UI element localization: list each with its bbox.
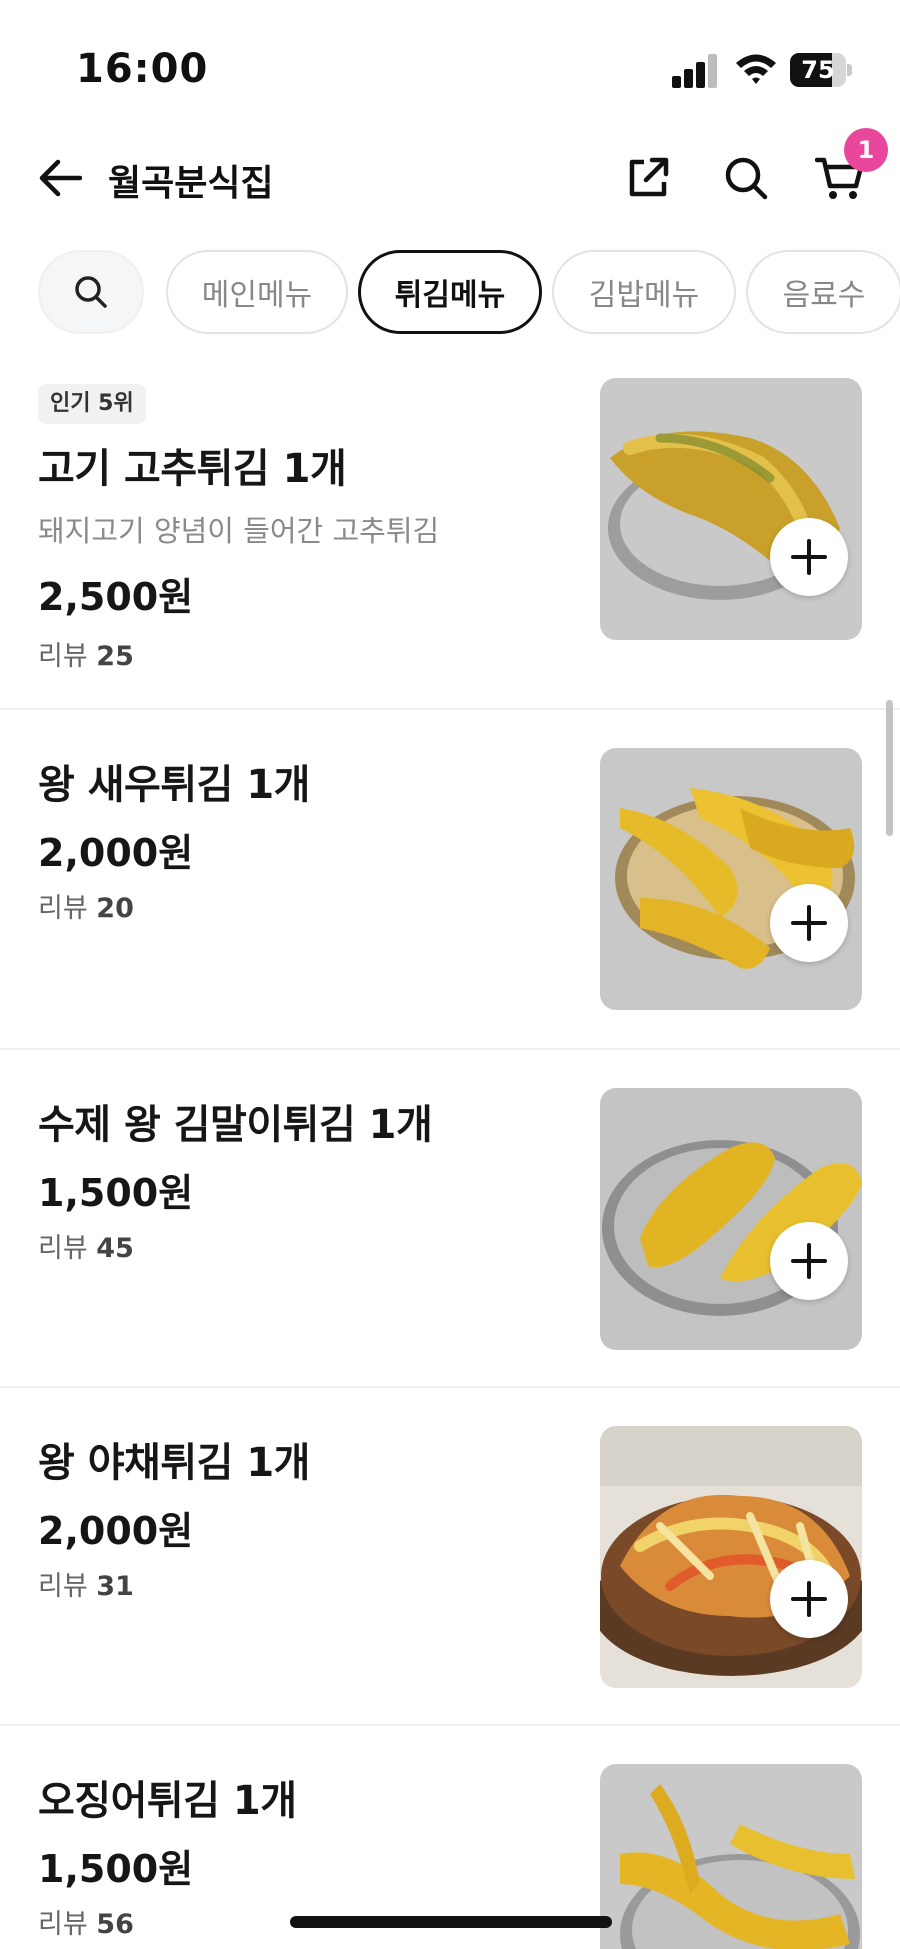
tab-main-menu[interactable]: 메인메뉴: [166, 250, 348, 334]
menu-item-photo: [600, 378, 862, 640]
share-button[interactable]: [620, 150, 676, 206]
search-button[interactable]: [718, 150, 774, 206]
menu-item[interactable]: 수제 왕 김말이튀김 1개 1,500원 리뷰 45: [0, 1050, 900, 1388]
tab-fried-menu[interactable]: 튀김메뉴: [358, 250, 542, 334]
cart-count-badge: 1: [844, 128, 888, 172]
plus-icon: [791, 905, 827, 941]
plus-icon: [791, 539, 827, 575]
menu-item-photo: [600, 1426, 862, 1688]
menu-item-description: 돼지고기 양념이 들어간 고추튀김: [38, 514, 440, 548]
menu-item[interactable]: 왕 새우튀김 1개 2,000원 리뷰 20: [0, 710, 900, 1050]
menu-item-name: 수제 왕 김말이튀김 1개: [38, 1102, 433, 1148]
cellular-signal-icon: [672, 54, 718, 88]
arrow-left-icon: [39, 159, 82, 197]
menu-item-price: 1,500원: [38, 1171, 194, 1215]
menu-search-button[interactable]: [38, 250, 144, 334]
plus-icon: [791, 1581, 827, 1617]
battery-level: 75: [801, 56, 835, 84]
share-icon: [629, 157, 669, 197]
menu-item-photo: [600, 748, 862, 1010]
wifi-icon: [734, 50, 778, 88]
menu-item-reviews: 리뷰 56: [38, 1909, 134, 1940]
menu-item-price: 2,000원: [38, 831, 194, 875]
category-tabs: 메인메뉴 튀김메뉴 김밥메뉴 음료수: [0, 248, 900, 338]
menu-item-name: 고기 고추튀김 1개: [38, 446, 347, 492]
menu-item[interactable]: 왕 야채튀김 1개 2,000원 리뷰 31: [0, 1388, 900, 1726]
menu-item-reviews: 리뷰 45: [38, 1233, 134, 1264]
tab-gimbap-menu[interactable]: 김밥메뉴: [552, 250, 736, 334]
status-time: 16:00: [76, 46, 209, 92]
menu-item[interactable]: 인기 5위 고기 고추튀김 1개 돼지고기 양념이 들어간 고추튀김 2,500…: [0, 360, 900, 710]
status-bar: 16:00 75: [0, 0, 900, 140]
add-to-cart-button[interactable]: [770, 884, 848, 962]
popularity-badge: 인기 5위: [38, 384, 146, 424]
search-icon: [75, 276, 107, 308]
home-indicator: [290, 1916, 612, 1928]
scrollbar[interactable]: [886, 700, 893, 836]
menu-item-price: 1,500원: [38, 1847, 194, 1891]
menu-item-name: 오징어튀김 1개: [38, 1778, 297, 1824]
menu-item-photo: [600, 1088, 862, 1350]
menu-item-photo: [600, 1764, 862, 1949]
menu-item-name: 왕 야채튀김 1개: [38, 1440, 310, 1486]
menu-item-name: 왕 새우튀김 1개: [38, 762, 310, 808]
menu-item-reviews: 리뷰 31: [38, 1571, 134, 1602]
menu-item-price: 2,500원: [38, 575, 194, 619]
add-to-cart-button[interactable]: [770, 1222, 848, 1300]
store-title: 월곡분식집: [108, 163, 274, 204]
menu-item-price: 2,000원: [38, 1509, 194, 1553]
menu-list: 인기 5위 고기 고추튀김 1개 돼지고기 양념이 들어간 고추튀김 2,500…: [0, 360, 900, 1949]
menu-item-reviews: 리뷰 20: [38, 893, 134, 924]
tab-drinks[interactable]: 음료수: [746, 250, 900, 334]
add-to-cart-button[interactable]: [770, 1560, 848, 1638]
search-icon: [725, 157, 768, 200]
plus-icon: [791, 1243, 827, 1279]
add-to-cart-button[interactable]: [770, 518, 848, 596]
battery-icon: 75: [790, 53, 852, 87]
store-header: 월곡분식집: [0, 140, 900, 240]
back-button[interactable]: [34, 152, 86, 204]
menu-item-reviews: 리뷰 25: [38, 641, 134, 672]
